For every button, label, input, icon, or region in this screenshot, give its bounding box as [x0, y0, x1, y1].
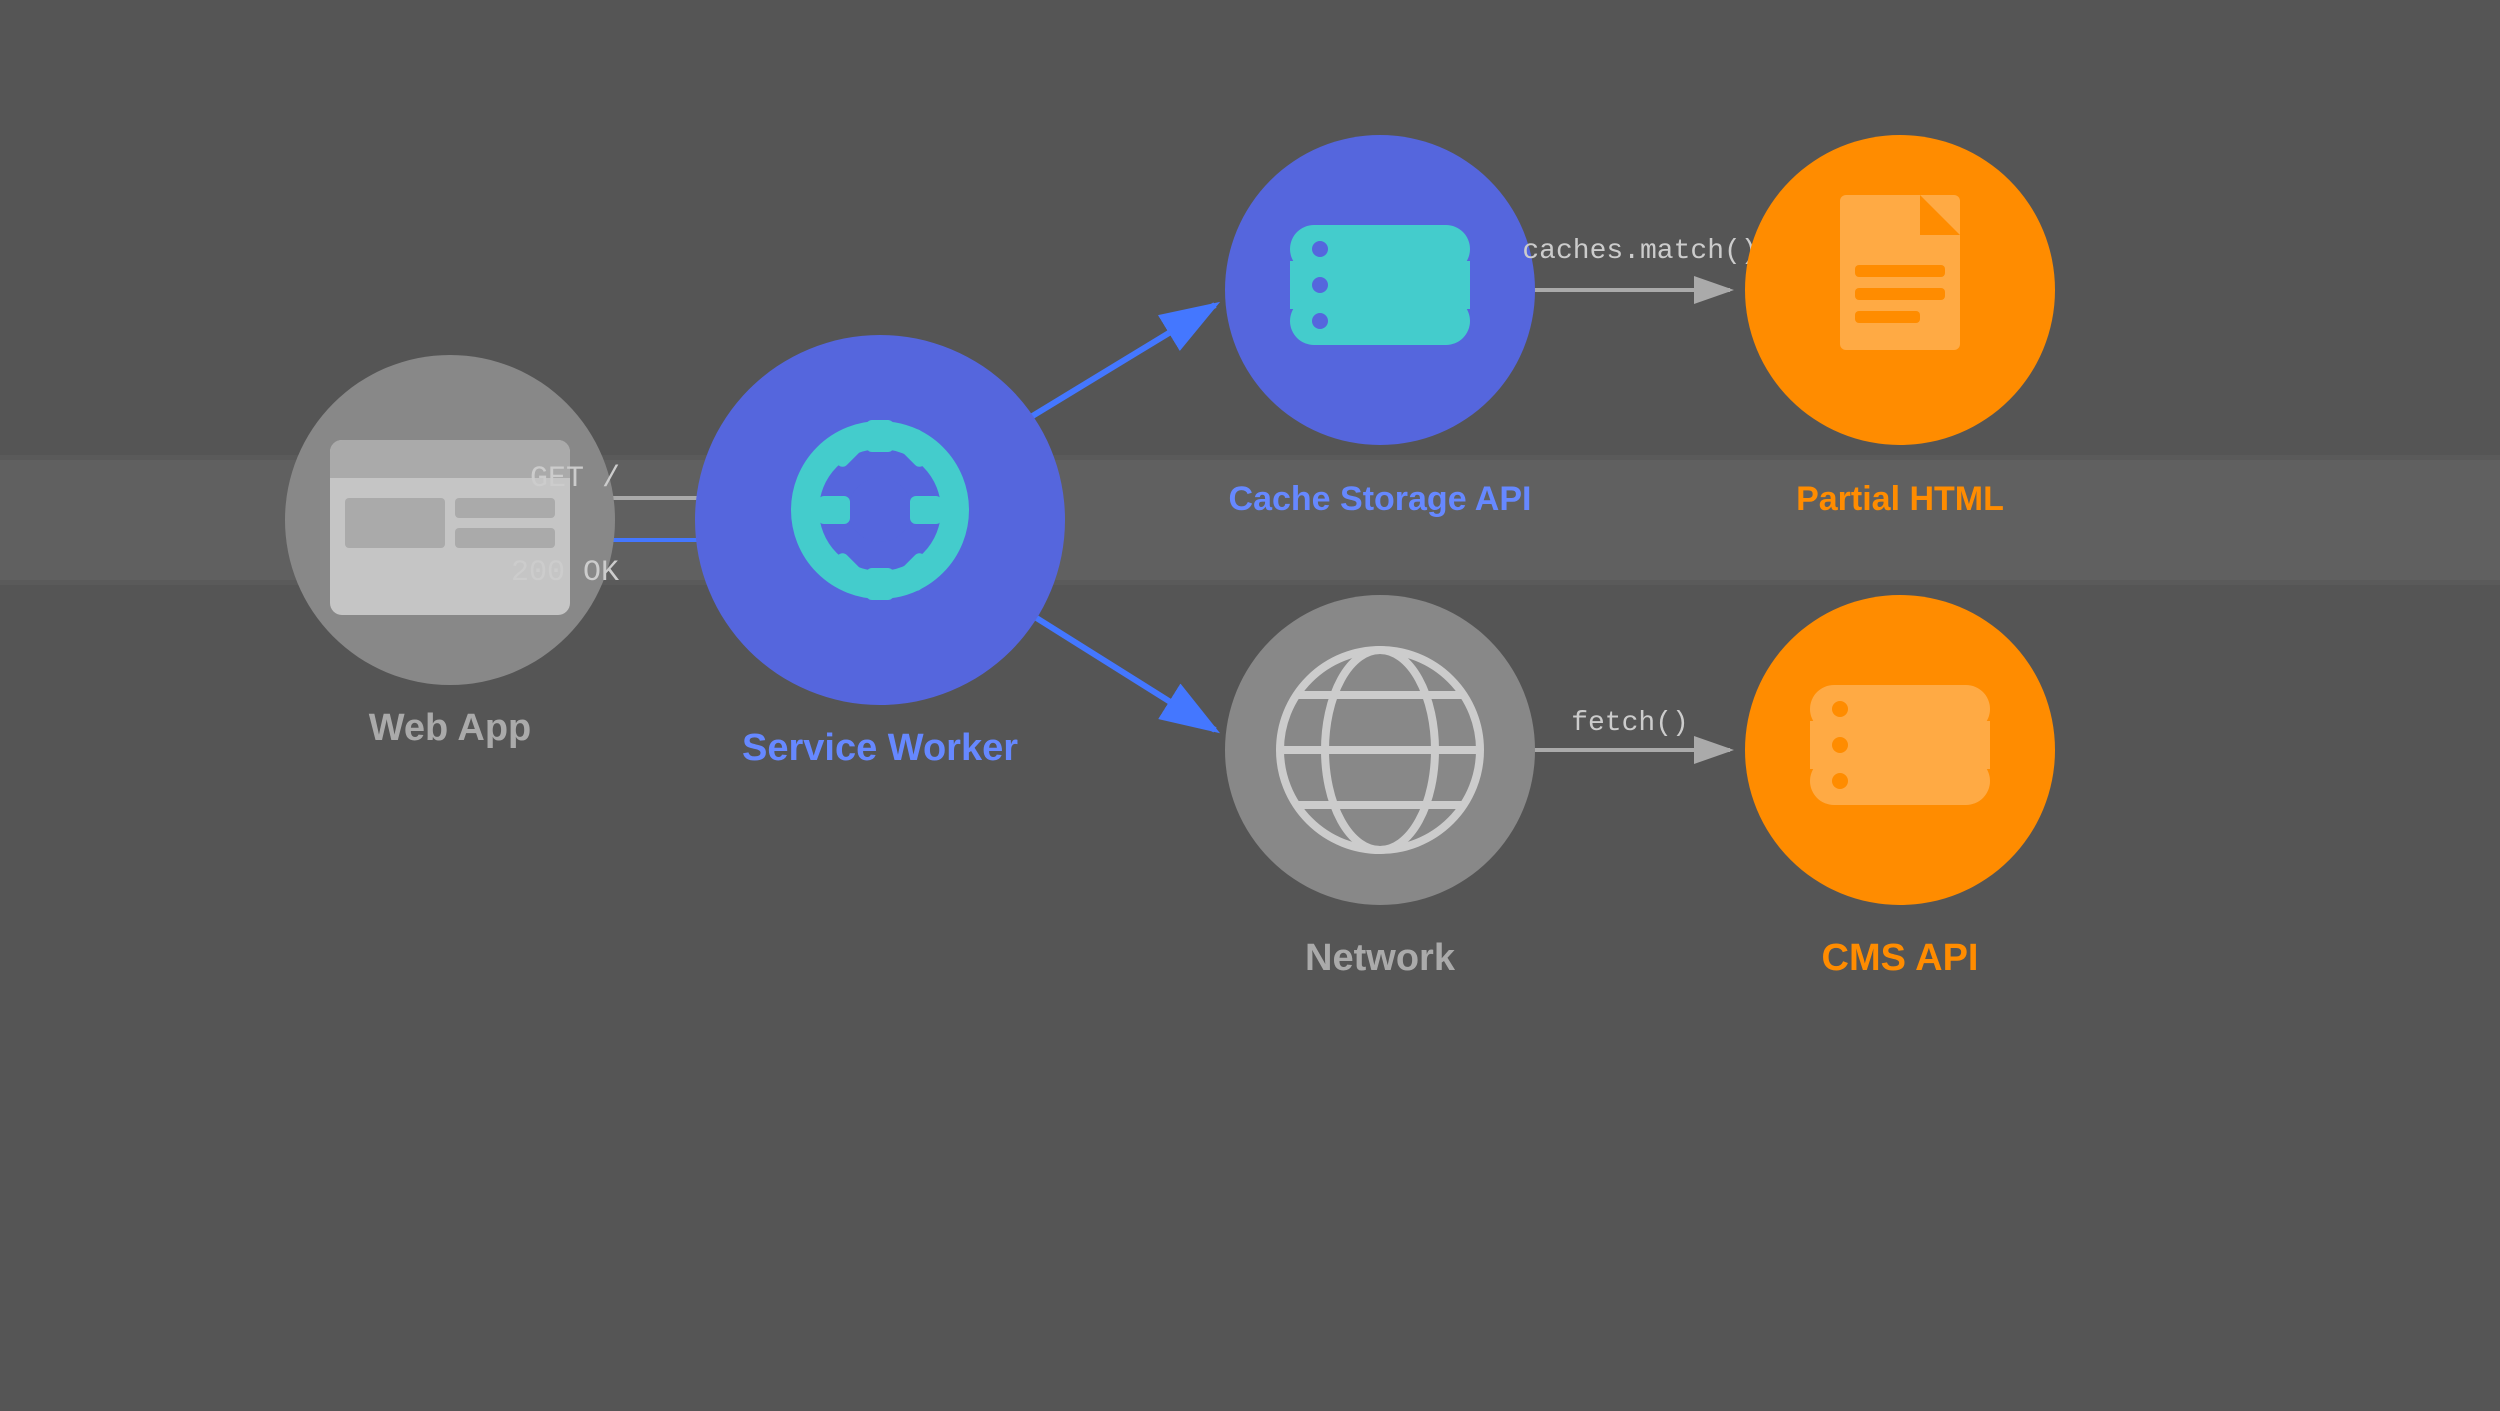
get-request-label: GET /: [530, 462, 620, 496]
architecture-diagram: Web App GET / 200 OK Service Worker Cach: [0, 0, 2500, 1406]
fetch-label: fetch(): [1571, 708, 1689, 739]
web-app-label: Web App: [369, 707, 532, 749]
diagram-container: Web App GET / 200 OK Service Worker Cach: [0, 0, 2500, 1406]
cache-storage-label: Cache Storage API: [1229, 480, 1532, 518]
partial-html-label: Partial HTML: [1796, 480, 2004, 518]
response-200-label: 200 OK: [511, 556, 619, 590]
caches-match-label: caches.match(): [1522, 236, 1757, 267]
service-worker-label: Service Worker: [742, 727, 1018, 769]
network-label: Network: [1305, 937, 1456, 979]
cms-api-label: CMS API: [1822, 937, 1979, 979]
